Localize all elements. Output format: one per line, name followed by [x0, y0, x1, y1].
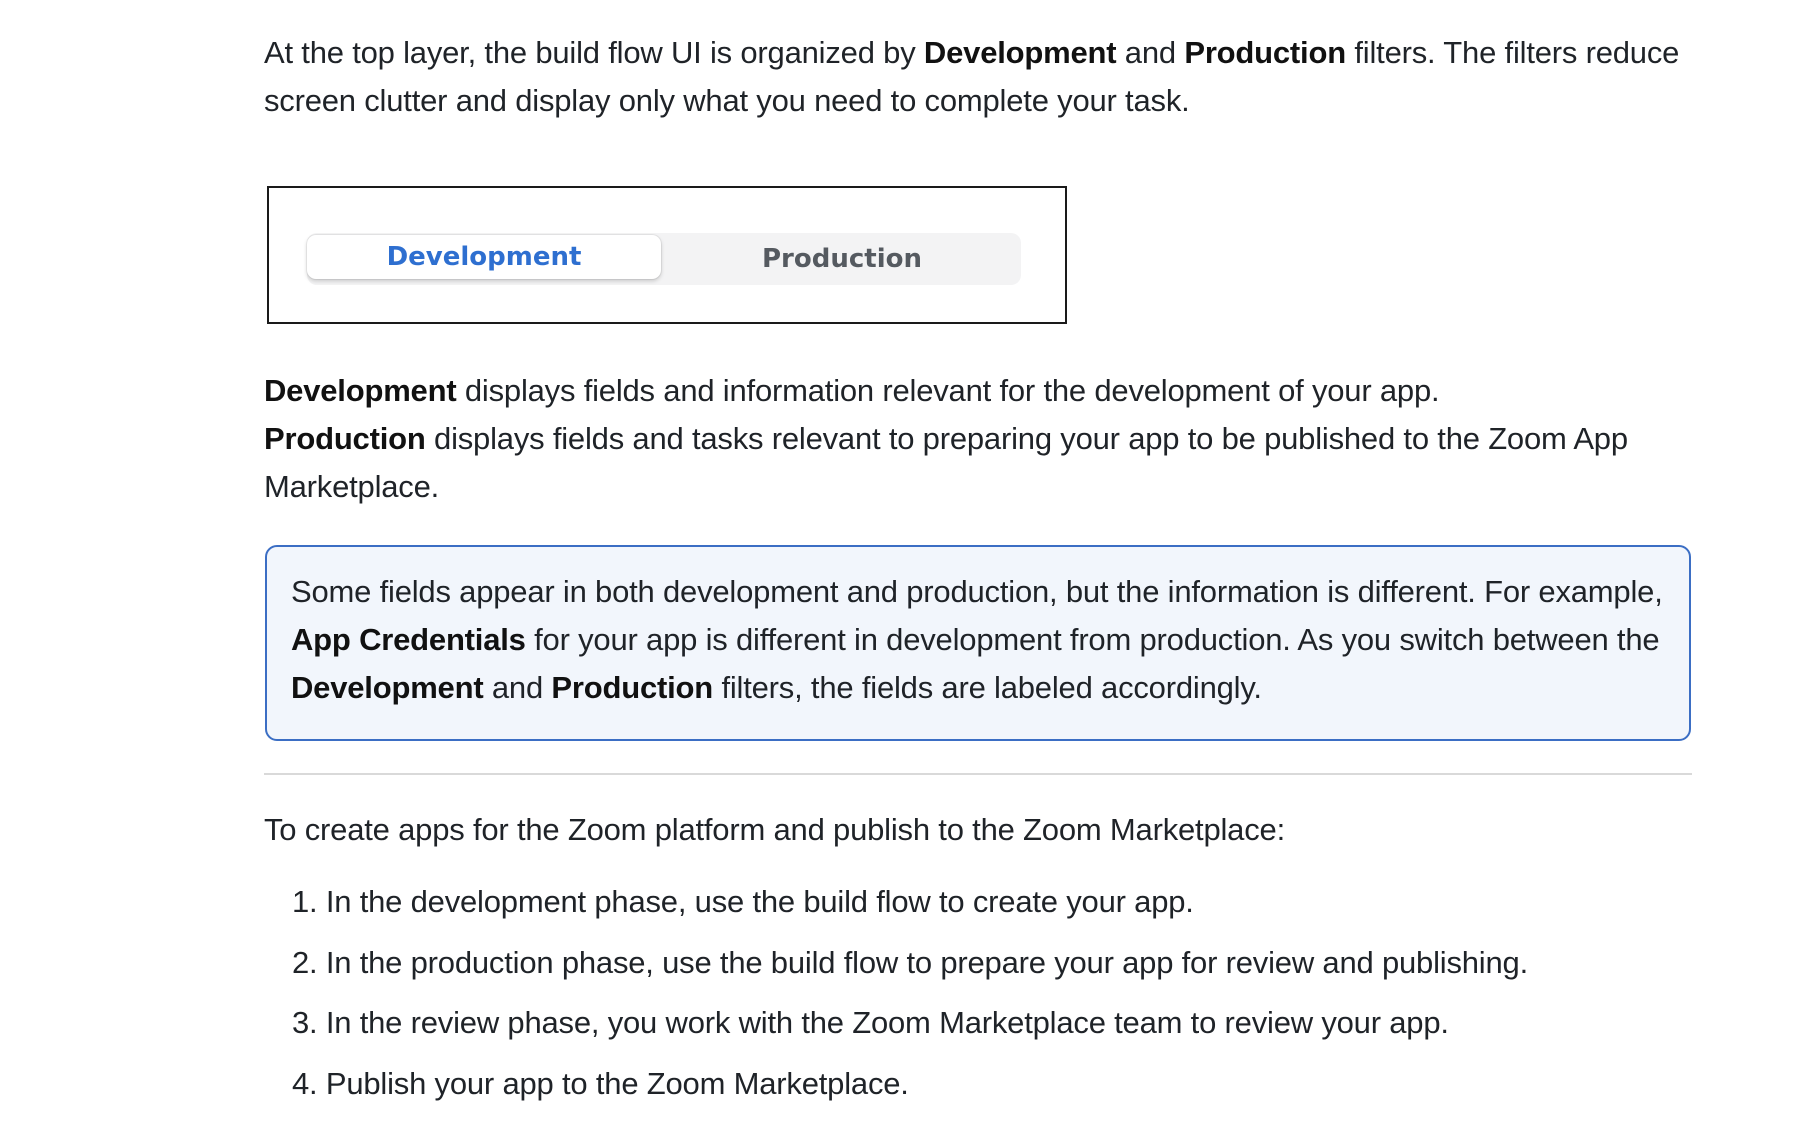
steps-list: 1. In the development phase, use the bui… [292, 878, 1528, 1120]
list-item: 1. In the development phase, use the bui… [292, 884, 1194, 919]
intro-paragraph: At the top layer, the build flow UI is o… [264, 29, 1694, 125]
note-bold-development: Development [291, 670, 484, 705]
intro-bold-production: Production [1184, 35, 1346, 70]
list-item: 2. In the production phase, use the buil… [292, 944, 1528, 980]
filter-toggle-screenshot: Development Production [267, 186, 1067, 324]
desc-bold-development: Development [264, 373, 457, 408]
intro-bold-development: Development [923, 35, 1117, 70]
list-item: 3. In the review phase, you work with th… [292, 1005, 1449, 1040]
desc-bold-production: Production [264, 421, 426, 456]
production-filter-button[interactable]: Production [665, 237, 1019, 281]
desc-development-text: displays fields and information relevant… [456, 373, 1440, 408]
steps-lead-paragraph: To create apps for the Zoom platform and… [264, 812, 1285, 847]
filter-toggle: Development Production [307, 233, 1021, 285]
info-note-callout: Some fields appear in both development a… [265, 545, 1691, 741]
note-bold-app-credentials: App Credentials [291, 622, 526, 657]
note-text-1: Some fields appear in both development a… [291, 574, 1663, 609]
intro-text-2: and [1116, 35, 1185, 70]
intro-text-1: At the top layer, the build flow UI is o… [264, 35, 924, 70]
development-filter-button[interactable]: Development [307, 235, 661, 279]
note-bold-production: Production [551, 670, 714, 705]
filter-description-paragraph: Development displays fields and informat… [264, 367, 1694, 511]
section-divider [264, 773, 1692, 775]
note-text-4: filters, the fields are labeled accordin… [713, 670, 1262, 705]
desc-production-text: displays fields and tasks relevant to pr… [264, 421, 1628, 504]
note-paragraph: Some fields appear in both development a… [291, 568, 1665, 712]
note-text-3: and [483, 670, 552, 705]
note-text-2: for your app is different in development… [525, 622, 1660, 657]
list-item: 4. Publish your app to the Zoom Marketpl… [292, 1065, 909, 1101]
